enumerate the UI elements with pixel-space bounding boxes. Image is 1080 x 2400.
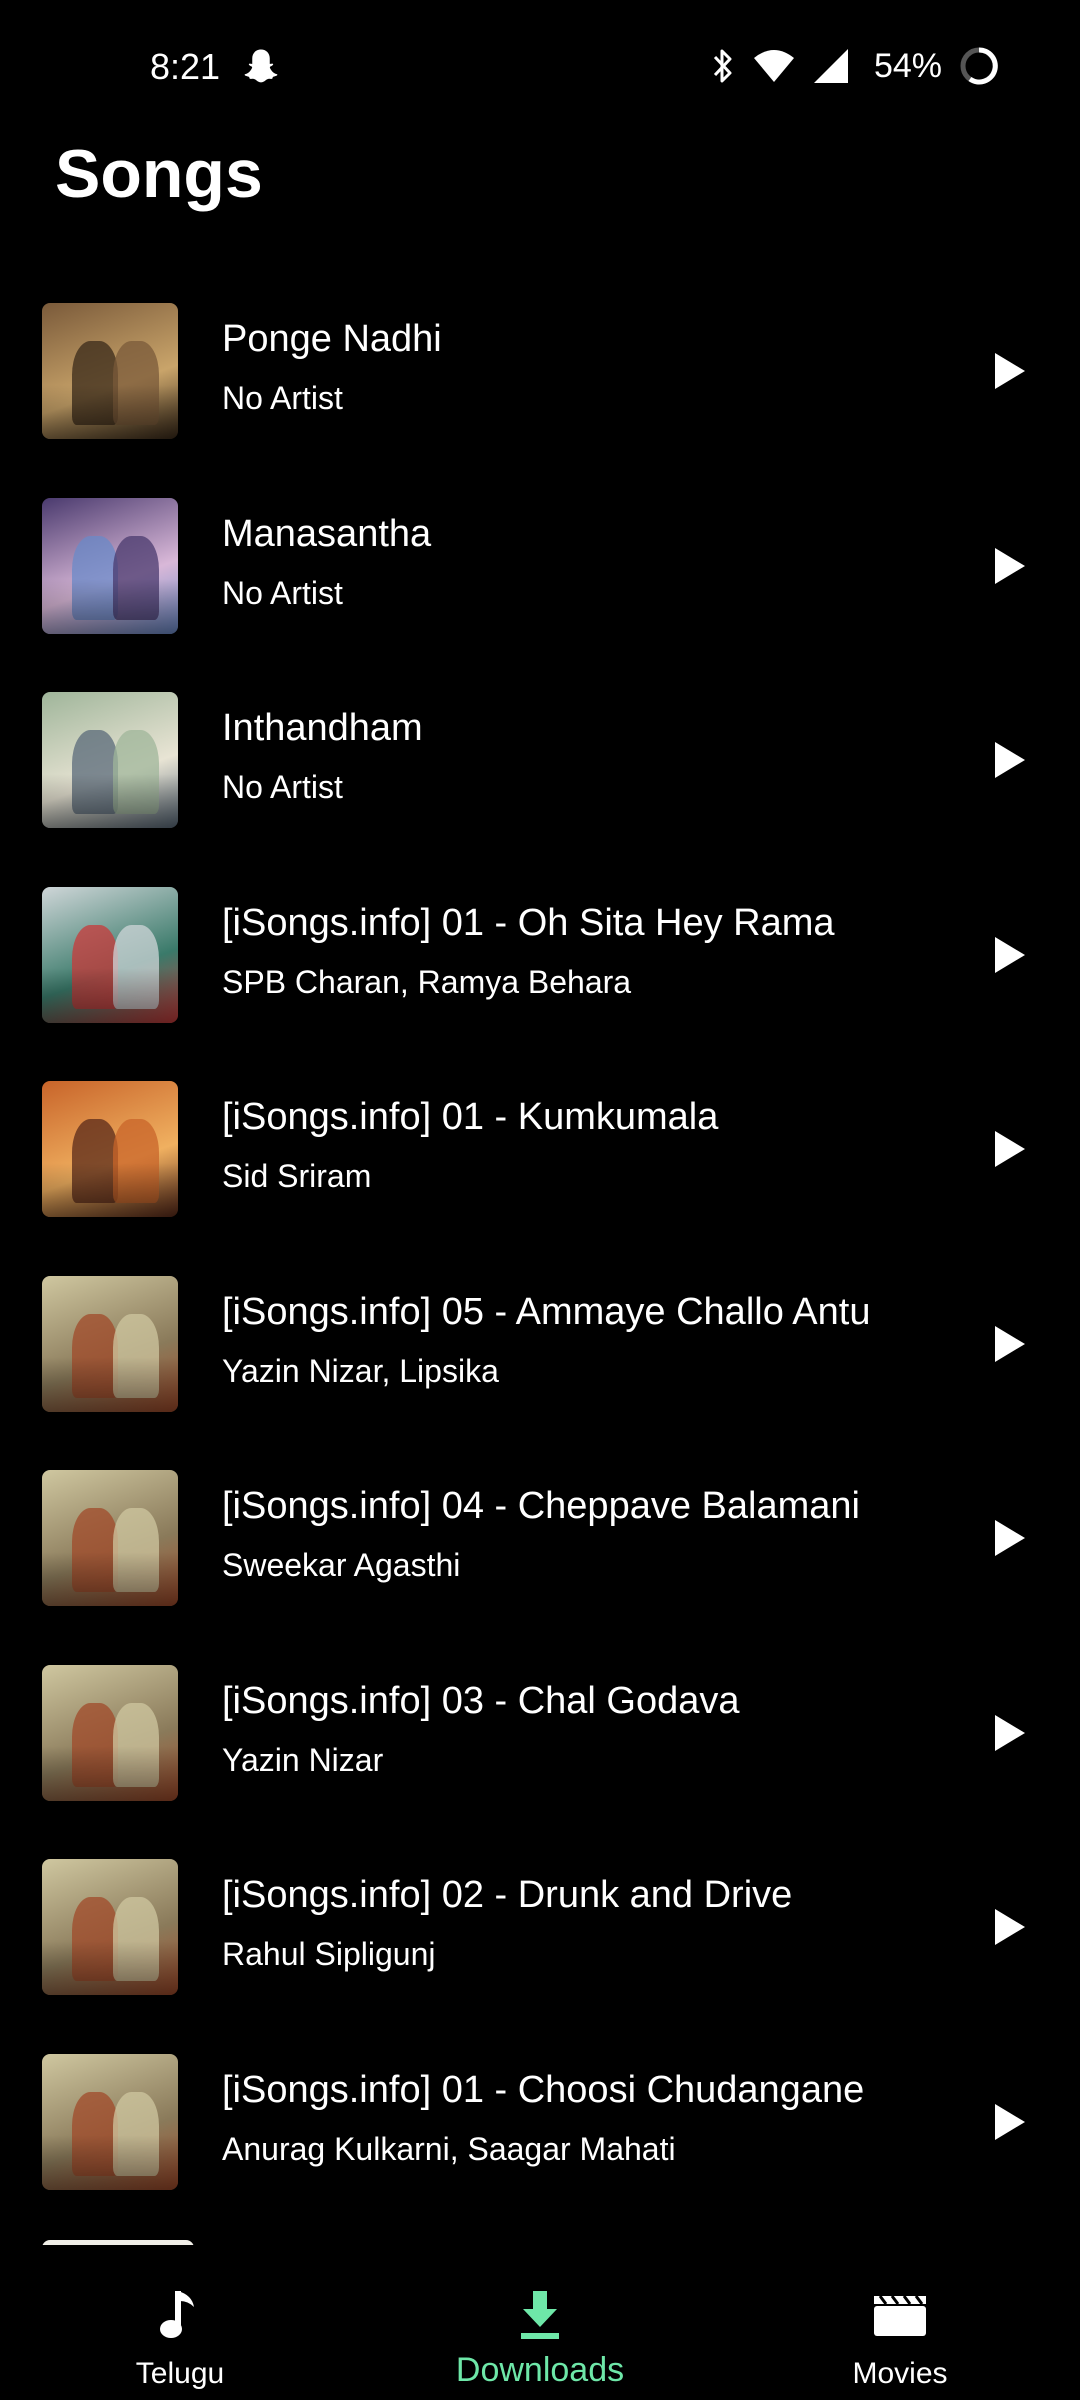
nav-item-downloads[interactable]: Downloads <box>360 2245 720 2400</box>
play-icon <box>995 2103 1025 2140</box>
song-artist: Sweekar Agasthi <box>222 1547 461 1583</box>
song-artist: SPB Charan, Ramya Behara <box>222 963 632 1000</box>
album-art <box>42 303 178 439</box>
play-button[interactable] <box>985 346 1035 396</box>
song-row[interactable]: [iSongs.info] 05 - Ammaye Challo Antu Yaz… <box>0 1263 1080 1458</box>
album-art <box>42 1081 178 1217</box>
song-title: [iSongs.info] 04 - Cheppave Balamani <box>222 1485 860 1527</box>
nav-label-telugu: Telugu <box>135 2357 225 2390</box>
play-button[interactable] <box>985 930 1035 980</box>
song-title: Manasantha <box>222 512 432 555</box>
battery-percentage: 54% <box>873 46 942 85</box>
play-button[interactable] <box>985 1124 1035 1174</box>
page-title: Songs <box>55 136 263 212</box>
download-icon <box>510 2285 570 2345</box>
song-artist: Rahul Sipligunj <box>222 1936 436 1972</box>
play-icon <box>995 1520 1025 1556</box>
clapperboard-icon <box>870 2285 930 2345</box>
song-title: Ponge Nadhi <box>222 318 442 360</box>
play-button[interactable] <box>985 735 1035 785</box>
song-artist: No Artist <box>222 380 343 416</box>
song-title: [iSongs.info] 01 - Kumkumala <box>222 1096 719 1138</box>
wifi-icon <box>753 50 794 82</box>
song-row[interactable]: [iSongs.info] 04 - Cheppave Balamani Swee… <box>0 1457 1080 1652</box>
bluetooth-icon <box>713 49 732 83</box>
status-bar: 8:21 54% <box>0 0 1080 140</box>
play-icon <box>995 547 1025 584</box>
song-list[interactable]: Ponge Nadhi No Artist Manasantha No Artist I… <box>0 290 1080 2245</box>
song-row[interactable]: [iSongs.info] 01 - Kumkumala Sid Sriram <box>0 1068 1080 1263</box>
play-icon <box>995 936 1025 973</box>
song-title: [iSongs.info] 05 - Ammaye Challo Antu <box>222 1290 871 1333</box>
nav-label-movies: Movies <box>852 2357 948 2390</box>
play-button[interactable] <box>985 2097 1035 2147</box>
album-art <box>42 1859 178 1995</box>
song-title: Inthandham <box>222 707 423 749</box>
play-icon <box>995 1714 1025 1751</box>
song-row[interactable]: [iSongs.info] 02 - Drunk and Drive Rahul … <box>0 1846 1080 2041</box>
album-art <box>42 886 178 1023</box>
battery-icon <box>960 47 998 85</box>
song-artist: Yazin Nizar <box>222 1741 384 1778</box>
song-row[interactable]: Manasantha No Artist <box>0 485 1080 680</box>
nav-item-movies[interactable]: Movies <box>720 2245 1080 2400</box>
play-button[interactable] <box>985 541 1035 591</box>
song-title: [iSongs.info] 03 - Chal Godava <box>222 1679 740 1722</box>
song-row[interactable]: [iSongs.info] 01 - Choosi Chudangane Anur… <box>0 2041 1080 2236</box>
song-row[interactable]: Ponge Nadhi No Artist <box>0 290 1080 485</box>
music-note-icon <box>150 2285 210 2345</box>
snapchat-icon <box>244 49 278 83</box>
album-art <box>42 1470 178 1606</box>
play-icon <box>995 1325 1025 1362</box>
nav-label-downloads: Downloads <box>455 2351 625 2389</box>
play-button[interactable] <box>985 1513 1035 1563</box>
song-row[interactable]: [iSongs.info] 03 - Chal Godava Yazin Niza… <box>0 1652 1080 1847</box>
album-art <box>42 2053 178 2190</box>
play-button[interactable] <box>985 1319 1035 1369</box>
cellular-signal-icon <box>813 49 848 83</box>
status-time: 8:21 <box>150 46 221 87</box>
album-art <box>42 497 178 634</box>
song-artist: Sid Sriram <box>222 1158 372 1194</box>
song-artist: Anurag Kulkarni, Saagar Mahati <box>222 2130 676 2167</box>
play-icon <box>995 742 1025 778</box>
song-row[interactable]: Inthandham No Artist <box>0 679 1080 874</box>
play-icon <box>995 353 1025 389</box>
album-art <box>42 692 178 828</box>
song-artist: No Artist <box>222 574 343 611</box>
nav-item-telugu[interactable]: Telugu <box>0 2245 360 2400</box>
play-icon <box>995 1909 1025 1945</box>
play-icon <box>995 1131 1025 1167</box>
song-title: [iSongs.info] 01 - Oh Sita Hey Rama <box>222 901 835 944</box>
bottom-navigation: Telugu Downloads Movies <box>0 2245 1080 2400</box>
song-title: [iSongs.info] 02 - Drunk and Drive <box>222 1874 793 1916</box>
play-button[interactable] <box>985 1902 1035 1952</box>
album-art <box>42 1275 178 1412</box>
song-title: [iSongs.info] 01 - Choosi Chudangane <box>222 2068 865 2111</box>
song-artist: Yazin Nizar, Lipsika <box>222 1352 499 1389</box>
play-button[interactable] <box>985 1708 1035 1758</box>
song-row[interactable]: [iSongs.info] 01 - Oh Sita Hey Rama SPB C… <box>0 874 1080 1069</box>
status-icons: 54% <box>710 44 1000 88</box>
song-artist: No Artist <box>222 769 343 805</box>
album-art <box>42 1664 178 1801</box>
